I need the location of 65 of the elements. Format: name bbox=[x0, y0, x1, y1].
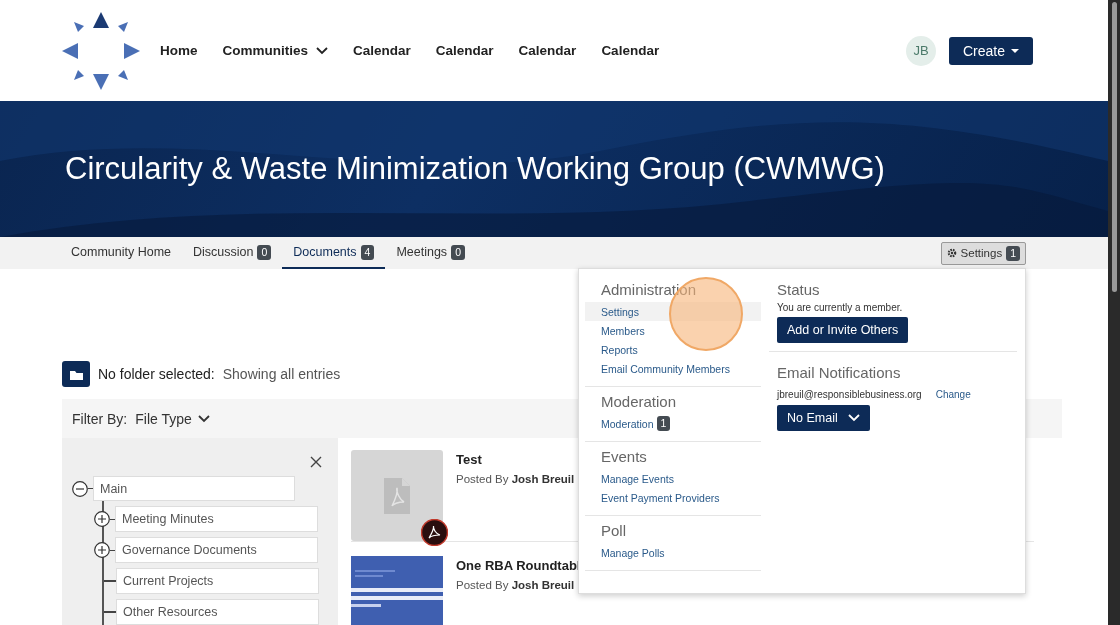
document-author: Posted By Josh Breuil bbox=[456, 579, 576, 591]
count-badge: 0 bbox=[451, 244, 465, 260]
menu-item[interactable]: Email Community Members bbox=[585, 359, 761, 378]
folder-item[interactable]: Other Resources bbox=[116, 599, 319, 625]
expand-icon[interactable] bbox=[94, 511, 110, 527]
tab[interactable]: Meetings 0 bbox=[385, 237, 476, 269]
settings-icon bbox=[946, 248, 957, 258]
folder-button[interactable] bbox=[62, 361, 90, 387]
nav-link[interactable]: Calendar bbox=[435, 43, 494, 58]
tab[interactable]: Discussion 0 bbox=[182, 237, 283, 269]
folder-status-label: No folder selected: bbox=[98, 366, 215, 382]
menu-item[interactable]: Reports bbox=[585, 340, 761, 359]
caret-icon bbox=[1011, 48, 1019, 53]
pdf-badge-icon bbox=[421, 519, 448, 546]
menu-heading: Moderation bbox=[600, 393, 678, 410]
email-address: jbreuil@responsiblebusiness.org bbox=[777, 389, 922, 400]
document-title[interactable]: Test bbox=[456, 452, 575, 467]
menu-item[interactable]: Manage Polls bbox=[585, 543, 761, 562]
tab[interactable]: Community Home bbox=[60, 237, 183, 269]
nav-link[interactable]: Home bbox=[160, 43, 198, 58]
folder-status-value: Showing all entries bbox=[222, 366, 341, 382]
collapse-icon[interactable] bbox=[72, 480, 88, 497]
menu-heading: Events bbox=[600, 448, 648, 465]
chevron-down-icon bbox=[197, 414, 210, 423]
menu-item[interactable]: Members bbox=[585, 321, 761, 340]
count-badge: 1 bbox=[656, 416, 671, 431]
document-author: Posted By Josh Breuil bbox=[456, 473, 575, 485]
email-frequency-dropdown[interactable]: No Email bbox=[777, 405, 870, 431]
filter-label: Filter By: bbox=[72, 410, 128, 427]
tab[interactable]: Documents 4 bbox=[282, 237, 386, 269]
count-badge: 4 bbox=[360, 244, 375, 260]
nav-link[interactable]: Calendar bbox=[518, 43, 577, 58]
settings-button[interactable]: Settings 1 bbox=[940, 241, 1026, 265]
folder-item[interactable]: Main bbox=[93, 476, 295, 501]
menu-item[interactable]: Event Payment Providers bbox=[585, 488, 761, 507]
folder-item[interactable]: Meeting Minutes bbox=[115, 506, 318, 532]
pdf-file-icon bbox=[384, 477, 410, 514]
chevron-down-icon bbox=[316, 46, 329, 55]
scrollbar[interactable] bbox=[1108, 0, 1120, 625]
count-badge: 0 bbox=[257, 244, 272, 260]
menu-item[interactable]: Settings bbox=[585, 302, 761, 321]
user-avatar[interactable]: JB bbox=[905, 35, 936, 66]
document-thumbnail[interactable] bbox=[351, 450, 443, 541]
count-badge: 1 bbox=[1006, 245, 1020, 261]
folder-icon bbox=[69, 368, 83, 380]
menu-heading: Poll bbox=[600, 522, 627, 539]
expand-icon[interactable] bbox=[94, 542, 110, 558]
chevron-down-icon bbox=[847, 414, 860, 422]
change-link[interactable]: Change bbox=[935, 389, 971, 400]
close-icon[interactable] bbox=[310, 456, 322, 468]
menu-item[interactable]: Manage Events bbox=[585, 469, 761, 488]
create-button[interactable]: Create bbox=[948, 36, 1033, 65]
filter-dropdown[interactable]: File Type bbox=[135, 410, 210, 427]
folder-item[interactable]: Current Projects bbox=[116, 568, 319, 594]
menu-heading: Email Notifications bbox=[777, 364, 902, 381]
document-title[interactable]: One RBA Roundtabl bbox=[456, 558, 581, 573]
folder-item[interactable]: Governance Documents bbox=[115, 537, 318, 563]
menu-heading: Status bbox=[777, 281, 821, 298]
nav-dropdown[interactable]: Communities bbox=[222, 43, 329, 58]
nav-link[interactable]: Calendar bbox=[353, 43, 411, 58]
community-title: Circularity & Waste Minimization Working Group (CWMWG) bbox=[65, 151, 885, 187]
menu-item[interactable]: Moderation 1 bbox=[585, 414, 761, 433]
nav-link[interactable]: Calendar bbox=[601, 43, 660, 58]
invite-button[interactable]: Add or Invite Others bbox=[777, 317, 909, 343]
status-text: You are currently a member. bbox=[777, 302, 904, 313]
